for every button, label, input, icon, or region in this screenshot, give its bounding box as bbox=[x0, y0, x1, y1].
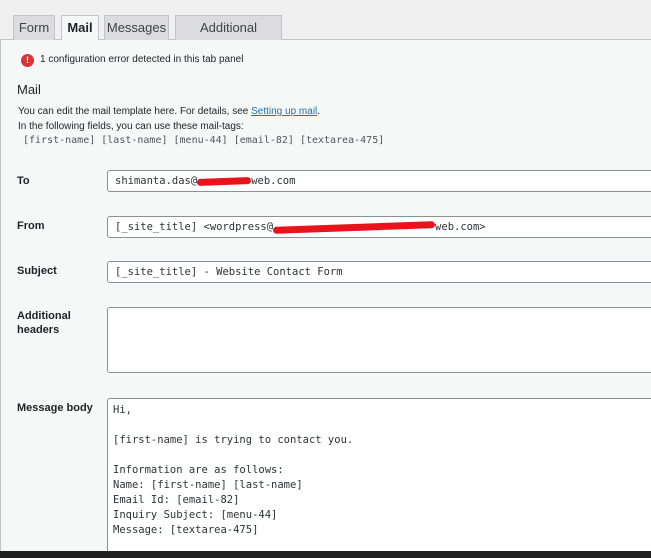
desc-prefix: You can edit the mail template here. For… bbox=[18, 106, 252, 117]
config-error-notice: ! 1 configuration error detected in this… bbox=[21, 53, 243, 67]
section-title: Mail bbox=[17, 82, 41, 97]
from-label: From bbox=[17, 220, 45, 232]
message-body-label: Message body bbox=[17, 402, 93, 414]
taskbar bbox=[0, 551, 651, 558]
tab-mail[interactable]: Mail bbox=[61, 15, 99, 41]
from-value-suffix: web.com> bbox=[435, 221, 486, 233]
subject-input[interactable]: [_site_title] - Website Contact Form bbox=[107, 261, 651, 283]
message-body-textarea[interactable]: Hi, [first-name] is trying to contact yo… bbox=[107, 398, 651, 558]
subject-label: Subject bbox=[17, 265, 57, 277]
tab-messages[interactable]: Messages bbox=[104, 15, 169, 40]
desc-suffix: . bbox=[317, 106, 321, 117]
tab-additional-settings[interactable]: Additional Settings bbox=[175, 15, 282, 59]
tab-bar: Form Mail Messages Additional Settings bbox=[0, 0, 651, 59]
tab-form[interactable]: Form bbox=[13, 15, 55, 40]
additional-headers-label-line2: headers bbox=[17, 324, 60, 336]
additional-headers-label: Additional headers bbox=[17, 309, 71, 337]
error-message: 1 configuration error detected in this t… bbox=[40, 54, 244, 65]
error-icon: ! bbox=[21, 53, 34, 67]
to-input[interactable]: shimanta.das@ web.com bbox=[107, 170, 651, 192]
redaction-mark bbox=[197, 176, 252, 186]
message-body-value: Hi, [first-name] is trying to contact yo… bbox=[113, 404, 354, 536]
redaction-mark bbox=[272, 220, 436, 234]
to-value-suffix: web.com bbox=[251, 175, 296, 187]
mailtags-description: In the following fields, you can use the… bbox=[18, 121, 244, 132]
section-description: You can edit the mail template here. For… bbox=[18, 105, 320, 118]
additional-headers-textarea[interactable] bbox=[107, 307, 651, 373]
from-value-prefix: [_site_title] <wordpress@ bbox=[115, 221, 274, 233]
additional-headers-value bbox=[108, 308, 651, 312]
additional-headers-label-line1: Additional bbox=[17, 310, 71, 322]
mailtags-list: [first-name] [last-name] [menu-44] [emai… bbox=[23, 135, 385, 146]
to-label: To bbox=[17, 175, 30, 187]
from-input[interactable]: [_site_title] <wordpress@ web.com> bbox=[107, 216, 651, 238]
to-value-prefix: shimanta.das@ bbox=[115, 175, 198, 187]
mail-tab-panel: ! 1 configuration error detected in this… bbox=[0, 40, 651, 558]
setting-up-mail-link[interactable]: Setting up mail bbox=[251, 106, 317, 117]
